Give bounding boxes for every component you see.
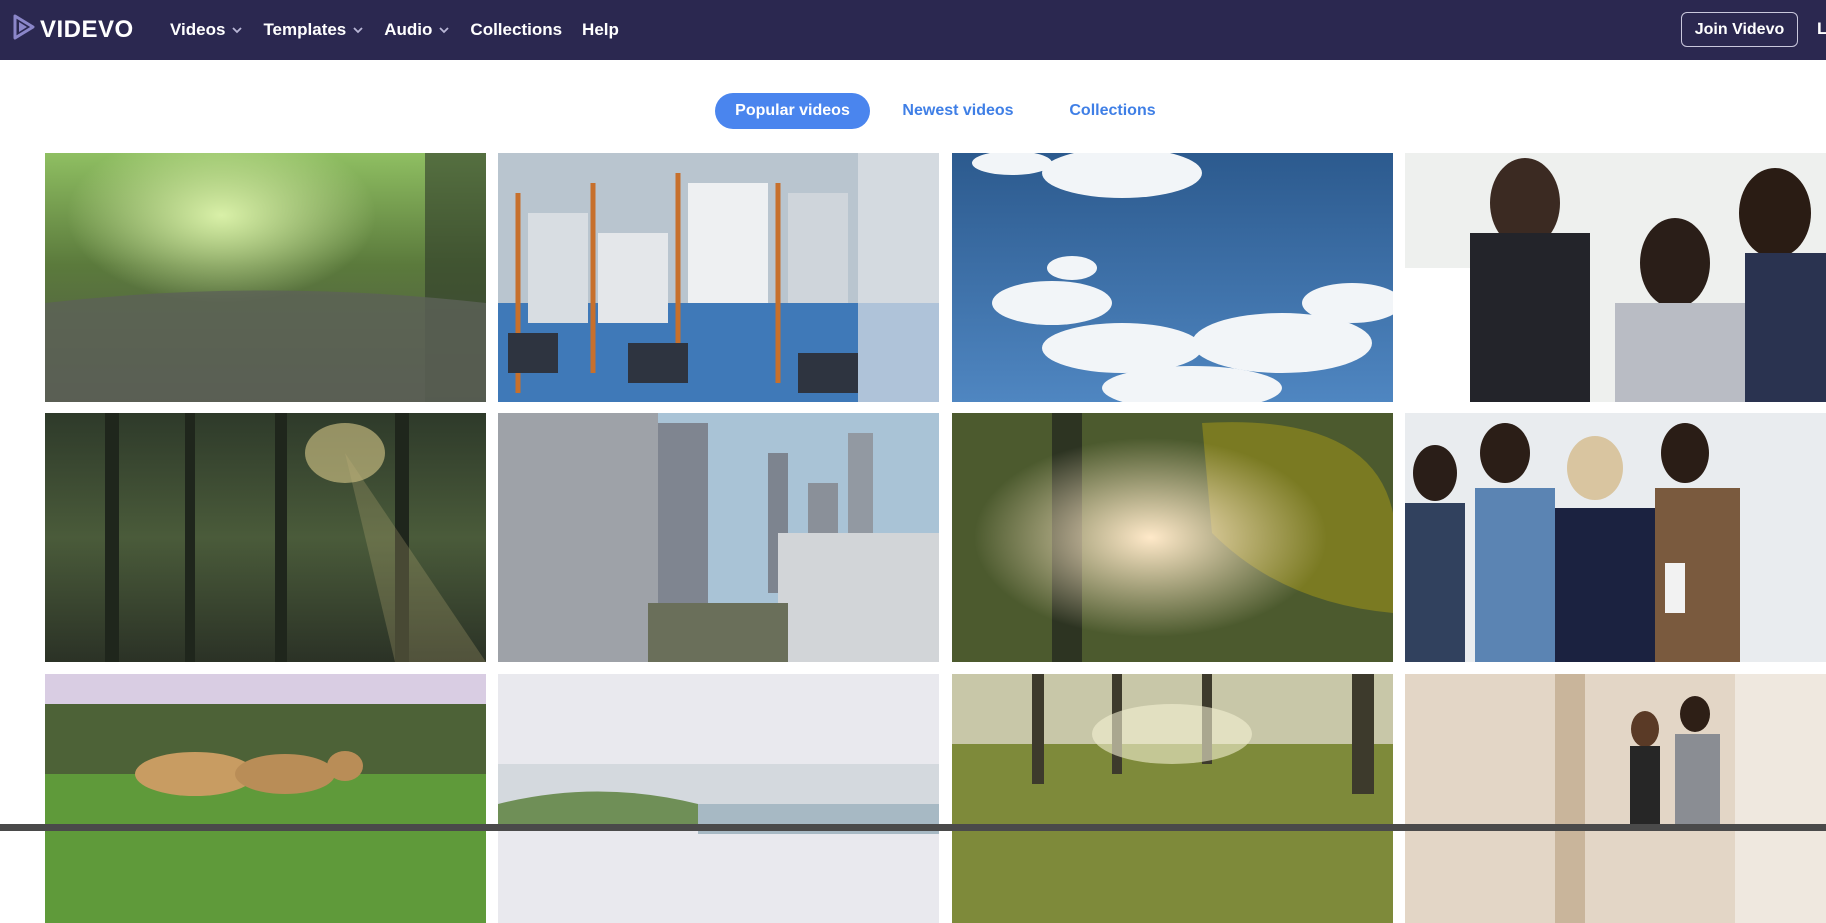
nav-item-label: Videos (170, 20, 226, 39)
nav-item-videos[interactable]: Videos (170, 20, 243, 40)
tab-newest-videos[interactable]: Newest videos (893, 93, 1023, 129)
nav-item-templates[interactable]: Templates (263, 20, 364, 40)
join-videvo-button[interactable]: Join Videvo (1681, 12, 1798, 47)
chevron-down-icon (438, 24, 450, 36)
chevron-down-icon (352, 24, 364, 36)
video-thumbnail[interactable] (498, 674, 939, 923)
video-thumbnail[interactable] (1405, 413, 1826, 662)
play-triangle-logo-icon (12, 14, 36, 47)
nav-item-label: Audio (384, 20, 433, 39)
brand-name: VIDEVO (40, 16, 134, 43)
video-thumbnail[interactable] (498, 413, 939, 662)
video-thumbnail[interactable] (1405, 674, 1826, 923)
video-thumbnail[interactable] (45, 153, 486, 402)
video-thumbnail[interactable] (45, 413, 486, 662)
nav-item-label: Templates (263, 20, 347, 39)
video-thumbnail[interactable] (952, 153, 1393, 402)
video-thumbnail[interactable] (498, 153, 939, 402)
nav-item-collections[interactable]: Collections (470, 20, 562, 40)
nav-item-login-truncated[interactable]: L (1817, 19, 1826, 39)
brand-logo[interactable]: VIDEVO (12, 14, 134, 47)
video-tabs: Popular videos Newest videos Collections (0, 93, 1826, 129)
bottom-edge-strip (0, 824, 1826, 831)
top-navigation-bar: VIDEVO Videos Templates Audio Collection… (0, 0, 1826, 60)
nav-item-label: Collections (470, 20, 563, 39)
nav-item-audio[interactable]: Audio (384, 20, 450, 40)
video-thumbnail[interactable] (1405, 153, 1826, 402)
main-nav: Videos Templates Audio Collections Help (170, 0, 639, 60)
tab-collections[interactable]: Collections (1060, 93, 1165, 129)
video-thumbnail[interactable] (45, 674, 486, 923)
chevron-down-icon (231, 24, 243, 36)
tab-popular-videos[interactable]: Popular videos (715, 93, 870, 129)
video-thumbnail[interactable] (952, 674, 1393, 923)
video-thumbnail[interactable] (952, 413, 1393, 662)
nav-item-help[interactable]: Help (582, 20, 619, 40)
nav-item-label: Help (582, 20, 619, 39)
